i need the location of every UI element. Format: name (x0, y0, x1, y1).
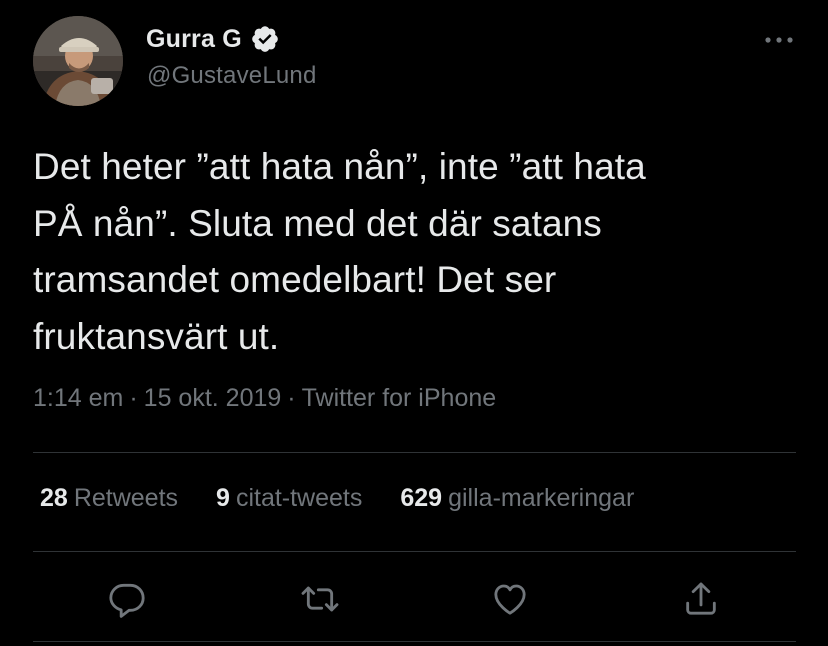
quote-tweets-stat[interactable]: 9 citat-tweets (216, 484, 362, 513)
tweet-date[interactable]: 15 okt. 2019 (144, 384, 282, 412)
retweet-icon (301, 586, 339, 612)
tweet-stats: 28 Retweets 9 citat-tweets 629 gilla-marker… (40, 484, 634, 513)
tweet-meta: 1:14 em · 15 okt. 2019 · Twitter for iPhone (33, 384, 496, 413)
display-name[interactable]: Gurra G (146, 25, 242, 54)
quote-tweets-label: citat-tweets (235, 484, 363, 512)
likes-label: gilla-markeringar (448, 484, 635, 512)
quote-tweets-count: 9 (216, 484, 230, 512)
avatar[interactable] (33, 16, 123, 106)
author-name-row[interactable]: Gurra G (146, 22, 280, 56)
retweet-button[interactable] (296, 575, 344, 623)
tweet-text: Det heter ”att hata nån”, inte ”att hata… (33, 146, 646, 357)
retweets-count: 28 (40, 484, 68, 512)
reply-button[interactable] (103, 575, 151, 623)
more-options-button[interactable] (762, 26, 796, 54)
more-dots-icon (765, 37, 793, 43)
divider (33, 551, 796, 552)
likes-stat[interactable]: 629 gilla-markeringar (400, 484, 634, 513)
tweet-detail: Gurra G @GustaveLund Det heter ”att hata… (0, 0, 828, 646)
verified-badge-icon (250, 24, 280, 54)
tweet-actions (0, 575, 828, 623)
likes-count: 629 (400, 484, 443, 512)
tweet-source[interactable]: Twitter for iPhone (302, 384, 497, 412)
author-handle[interactable]: @GustaveLund (147, 62, 317, 90)
divider (33, 452, 796, 453)
like-button[interactable] (486, 575, 534, 623)
tweet-time[interactable]: 1:14 em (33, 384, 123, 412)
retweets-stat[interactable]: 28 Retweets (40, 484, 178, 513)
heart-icon (494, 584, 526, 615)
meta-separator: · (287, 384, 296, 412)
divider (33, 641, 796, 642)
meta-separator: · (129, 384, 138, 412)
share-icon (686, 582, 716, 615)
retweets-label: Retweets (73, 484, 179, 512)
user-avatar-image (33, 16, 123, 106)
share-button[interactable] (677, 575, 725, 623)
reply-icon (109, 583, 145, 618)
